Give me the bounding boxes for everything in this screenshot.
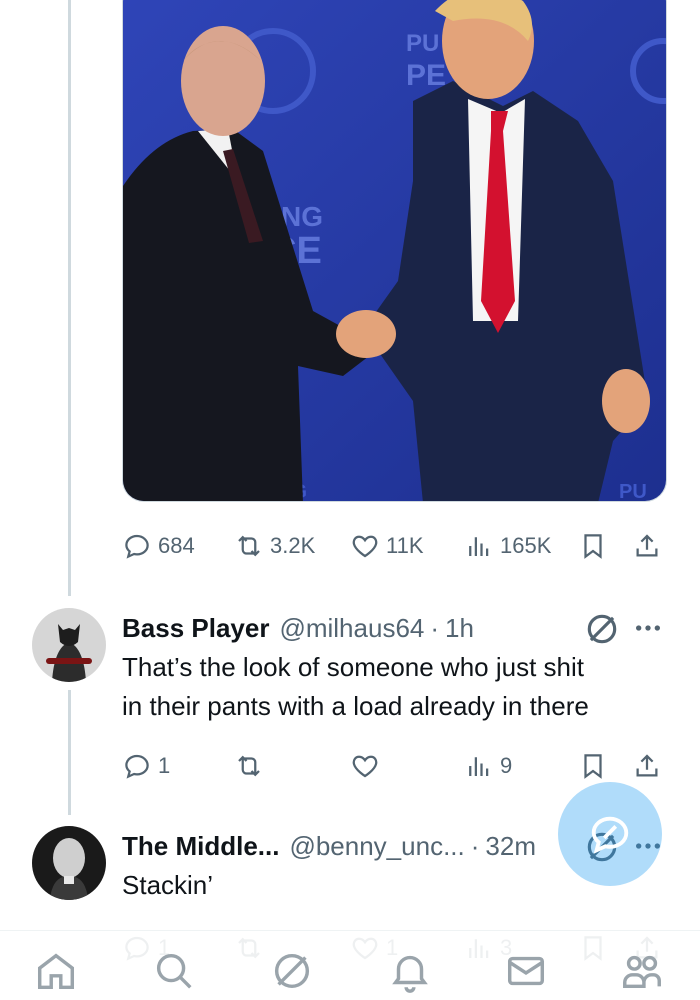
like-count: 11K	[386, 533, 424, 558]
like-button[interactable]: 11K	[350, 526, 424, 566]
grok-icon[interactable]	[583, 610, 621, 648]
repost-count: 3.2K	[270, 533, 316, 558]
timestamp[interactable]: 32m	[485, 831, 536, 862]
post-action-bar: 684 3.2K 11K 165K	[122, 526, 667, 566]
handle[interactable]: @benny_unc...	[289, 831, 464, 862]
messages-icon	[507, 956, 545, 986]
separator-dot: ·	[470, 830, 480, 861]
repost-icon	[238, 755, 260, 777]
compose-button[interactable]	[558, 782, 662, 886]
bookmark-button[interactable]	[578, 746, 608, 786]
repost-button[interactable]	[234, 746, 264, 786]
repost-button[interactable]: 3.2K	[234, 526, 315, 566]
views-count: 9	[500, 753, 513, 778]
thread-line-top	[68, 0, 71, 596]
display-name[interactable]: Bass Player	[122, 613, 269, 644]
bottom-navigation	[0, 930, 700, 1000]
reply-icon	[125, 754, 149, 779]
views-button[interactable]: 165K	[464, 526, 551, 566]
notifications-icon	[392, 955, 428, 993]
reply-button[interactable]: 1	[122, 746, 170, 786]
avatar[interactable]	[32, 826, 106, 900]
nav-notifications[interactable]	[384, 945, 436, 997]
share-button[interactable]	[632, 526, 662, 566]
display-name[interactable]: The Middle...	[122, 831, 279, 862]
more-icon[interactable]	[632, 612, 664, 644]
reply-text-line: in their pants with a load already in th…	[122, 691, 589, 721]
handle[interactable]: @milhaus64	[279, 613, 424, 644]
views-button[interactable]: 9	[464, 746, 512, 786]
nav-home[interactable]	[30, 945, 82, 997]
nav-messages[interactable]	[500, 945, 552, 997]
grok-icon	[274, 953, 310, 989]
reply-icon	[125, 534, 149, 559]
avatar[interactable]	[32, 608, 106, 682]
timestamp[interactable]: 1h	[445, 613, 474, 644]
repost-icon	[238, 535, 260, 557]
reply-tweet[interactable]: Bass Player @milhaus64 · 1h That’s the l…	[0, 604, 700, 784]
backdrop-text: PE	[406, 59, 446, 92]
reply-count: 1	[158, 753, 171, 778]
post-media-image[interactable]: PU PE UING CE NG PU	[122, 0, 667, 502]
nav-grok[interactable]	[266, 945, 318, 997]
share-icon	[636, 754, 658, 777]
reply-count: 684	[158, 533, 195, 558]
nav-search[interactable]	[148, 945, 200, 997]
backdrop-text: PU	[619, 481, 647, 502]
like-button[interactable]	[350, 746, 380, 786]
bookmark-icon	[584, 754, 602, 779]
reply-text-line: That’s the look of someone who just shit	[122, 652, 584, 682]
share-icon	[636, 534, 658, 557]
share-button[interactable]	[632, 746, 662, 786]
communities-icon	[623, 955, 661, 989]
home-icon	[37, 953, 75, 990]
compose-icon	[591, 816, 629, 854]
bookmark-icon	[584, 534, 602, 559]
heart-icon	[352, 535, 378, 558]
heart-icon	[352, 755, 378, 778]
reply-text: That’s the look of someone who just shit…	[122, 648, 660, 726]
bookmark-button[interactable]	[578, 526, 608, 566]
separator-dot: ·	[430, 612, 440, 643]
search-icon	[156, 953, 192, 989]
reply-action-bar: 1 9	[122, 746, 667, 786]
nav-communities[interactable]	[616, 945, 668, 997]
views-icon	[469, 757, 489, 776]
views-icon	[469, 537, 489, 556]
reply-button[interactable]: 684	[122, 526, 195, 566]
views-count: 165K	[500, 533, 552, 558]
backdrop-text: PU	[406, 30, 439, 57]
